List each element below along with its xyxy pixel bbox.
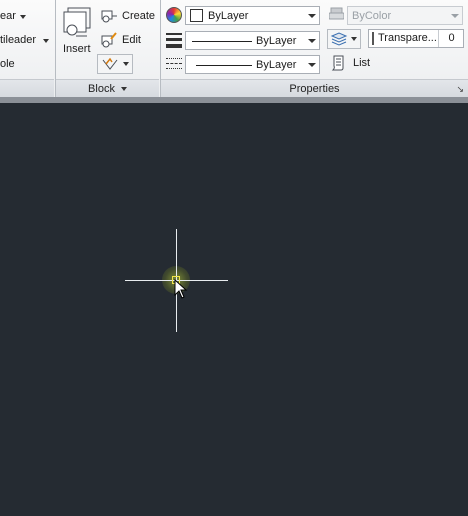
chevron-down-icon bbox=[308, 14, 316, 18]
color-value: ByLayer bbox=[208, 9, 249, 22]
chevron-down-icon bbox=[351, 37, 357, 41]
block-attribute-dropdown[interactable] bbox=[97, 54, 133, 74]
chevron-down-icon[interactable] bbox=[43, 39, 49, 43]
drawing-canvas[interactable] bbox=[0, 103, 468, 516]
lineweight-dropdown[interactable]: ByLayer bbox=[185, 31, 320, 50]
linetype-value: ByLayer bbox=[256, 58, 297, 71]
line-sample bbox=[192, 41, 252, 42]
table-label[interactable]: ole bbox=[0, 58, 15, 70]
plot-style-value: ByColor bbox=[352, 9, 392, 22]
chevron-down-icon bbox=[120, 87, 127, 91]
attribute-icon bbox=[102, 57, 118, 70]
list-icon[interactable] bbox=[331, 55, 345, 71]
color-dropdown[interactable]: ByLayer bbox=[185, 6, 320, 25]
chevron-down-icon bbox=[308, 63, 316, 67]
edit-block-icon[interactable] bbox=[101, 31, 118, 48]
chevron-down-icon bbox=[451, 14, 459, 18]
insert-block-icon[interactable] bbox=[61, 6, 93, 40]
lineweight-icon bbox=[166, 33, 182, 48]
block-panel-bar[interactable]: Block bbox=[56, 79, 159, 98]
lineweight-value: ByLayer bbox=[256, 34, 297, 47]
properties-panel-bar[interactable]: Properties ↘ bbox=[161, 79, 468, 98]
linetype-dropdown[interactable]: ByLayer bbox=[185, 55, 320, 74]
transparency-value[interactable]: 0 bbox=[438, 30, 464, 47]
plot-style-icon bbox=[328, 7, 345, 21]
color-wheel-icon bbox=[166, 7, 182, 23]
chevron-down-icon bbox=[123, 62, 129, 66]
annotation-panel-bar[interactable] bbox=[0, 79, 54, 98]
plot-style-dropdown[interactable]: ByColor bbox=[347, 6, 463, 25]
layers-icon bbox=[330, 32, 348, 46]
transparency-slider-handle[interactable] bbox=[372, 32, 374, 45]
line-sample bbox=[196, 65, 252, 66]
list-button[interactable]: List bbox=[353, 57, 370, 69]
annotation-item-label[interactable]: ear bbox=[0, 10, 16, 22]
transparency-label: Transpare... bbox=[378, 32, 437, 44]
linetype-icon bbox=[166, 58, 182, 71]
multileader-label[interactable]: tileader bbox=[0, 34, 36, 46]
color-swatch bbox=[190, 9, 203, 22]
properties-panel-title: Properties bbox=[289, 83, 340, 95]
mouse-pointer-icon bbox=[174, 278, 188, 301]
layer-properties-dropdown[interactable] bbox=[327, 29, 361, 49]
edit-button[interactable]: Edit bbox=[122, 34, 141, 46]
create-block-icon[interactable] bbox=[101, 8, 118, 24]
chevron-down-icon bbox=[308, 39, 316, 43]
chevron-down-icon[interactable] bbox=[20, 15, 26, 19]
insert-button[interactable]: Insert bbox=[63, 43, 91, 55]
create-button[interactable]: Create bbox=[122, 10, 155, 22]
panel-launcher-icon[interactable]: ↘ bbox=[456, 84, 464, 95]
block-panel-title: Block bbox=[88, 83, 115, 95]
transparency-control[interactable]: Transpare... 0 bbox=[368, 29, 464, 48]
ribbon: ear tileader ole Insert Create Edit Bloc… bbox=[0, 0, 468, 98]
